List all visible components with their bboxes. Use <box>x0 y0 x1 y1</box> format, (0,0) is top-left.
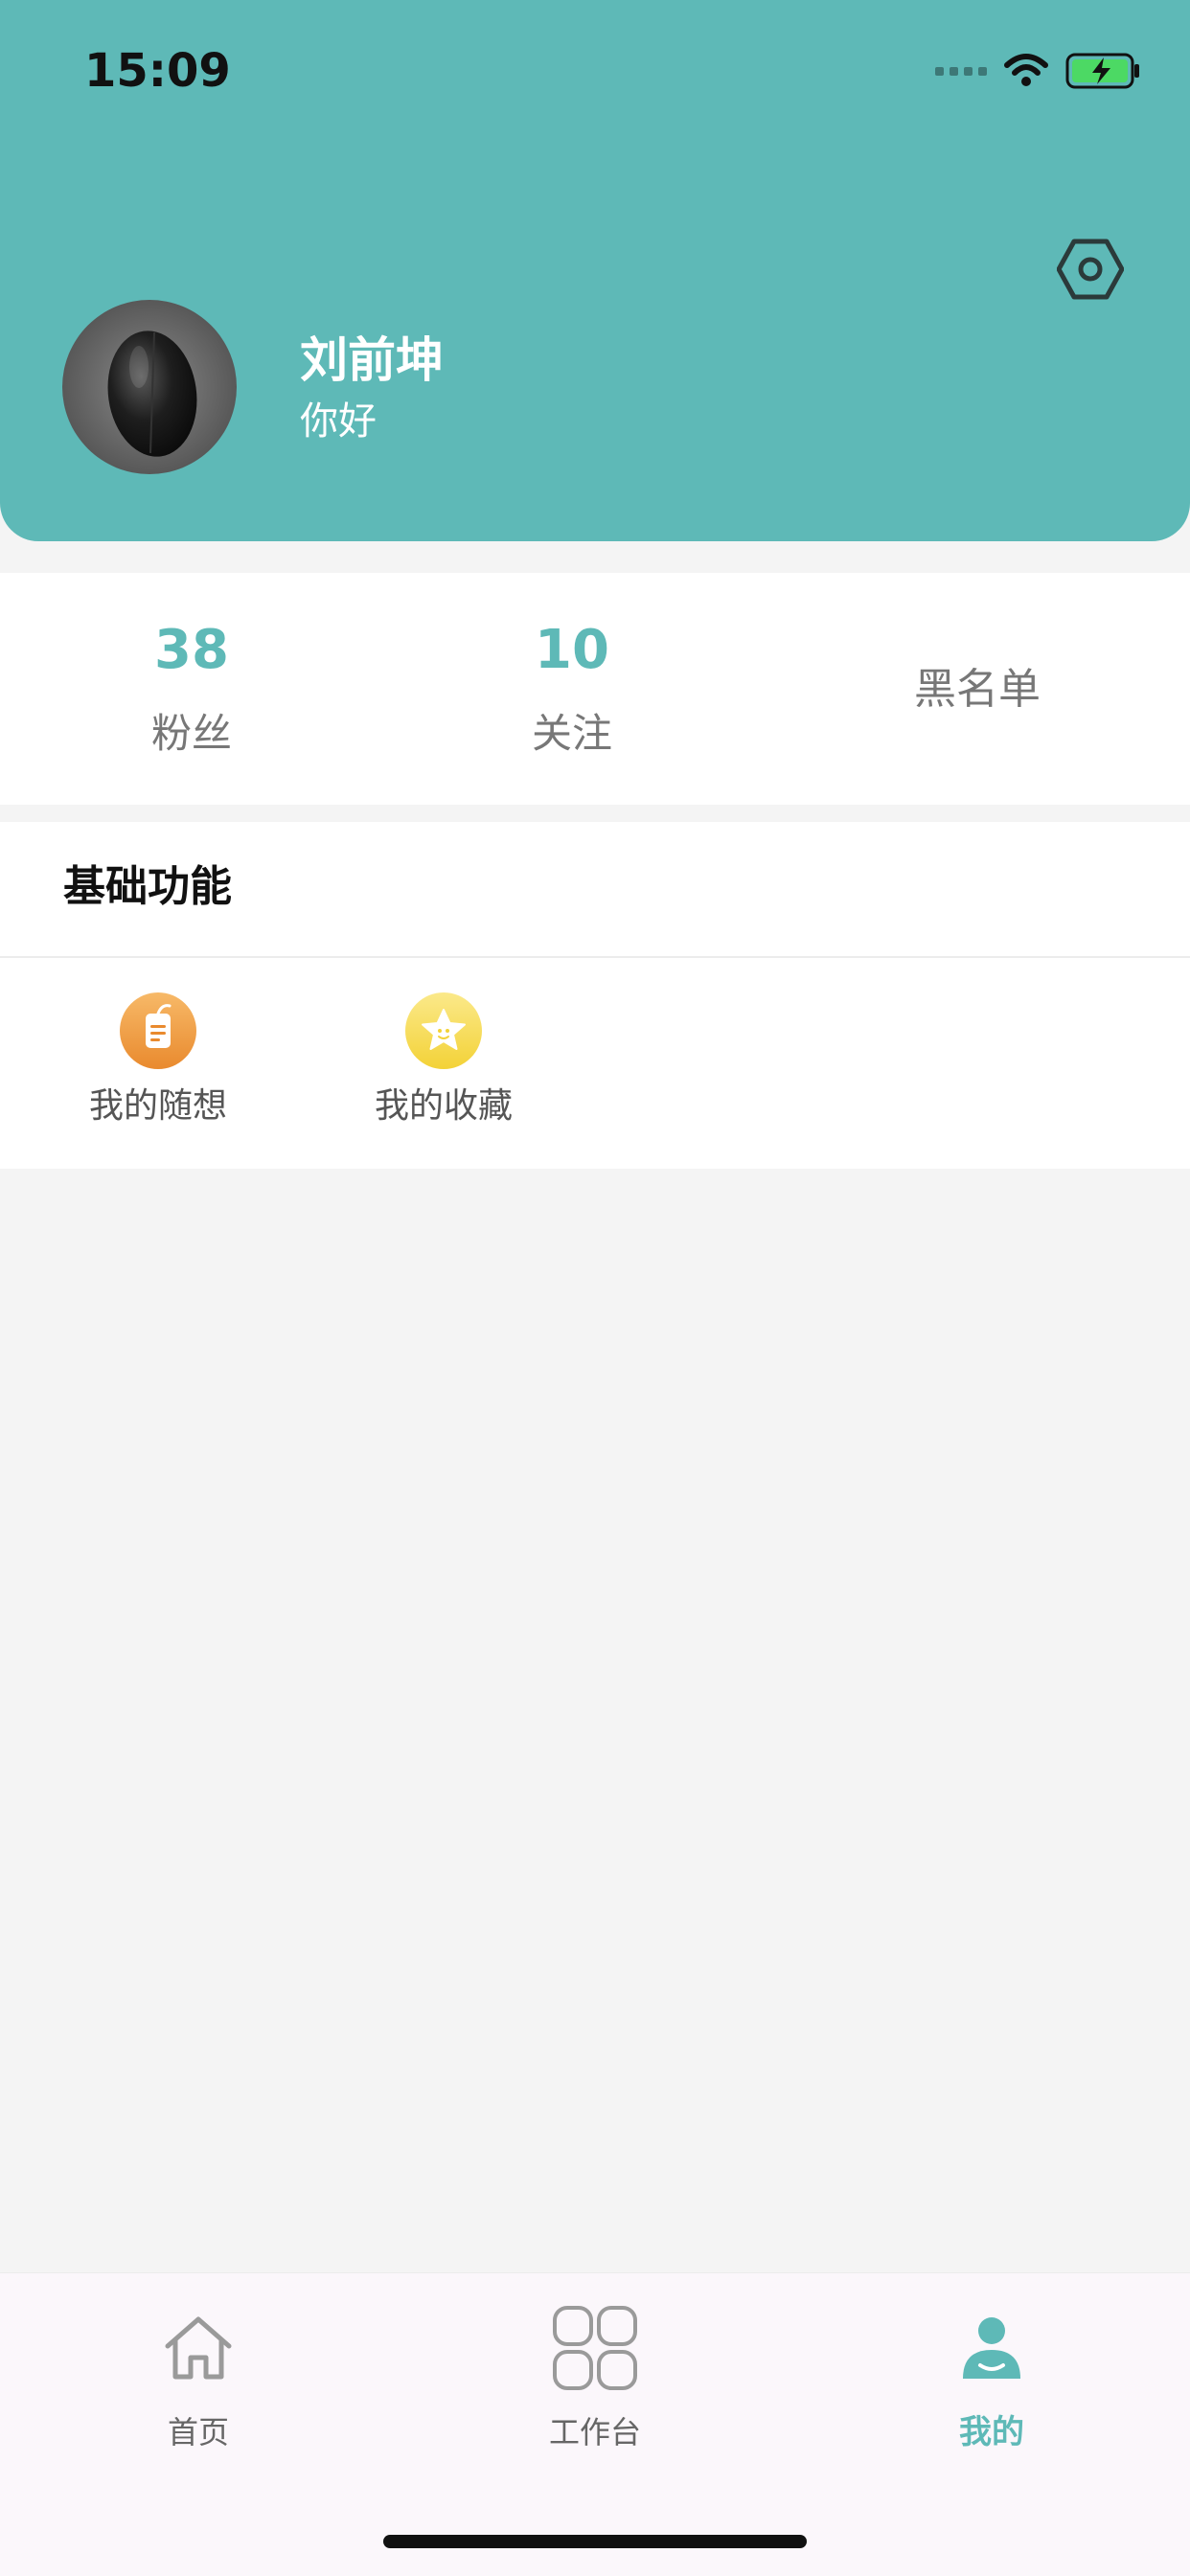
home-indicator[interactable] <box>383 2535 807 2548</box>
divider <box>0 956 1190 958</box>
profile-icon <box>963 2317 1020 2379</box>
star-icon <box>405 992 482 1069</box>
home-icon <box>165 2316 232 2380</box>
my-favorites-label: 我的收藏 <box>374 1086 513 1126</box>
grid-icon <box>553 2306 637 2390</box>
profile-header: 15:09 刘前坤 你好 <box>0 0 1190 541</box>
tab-workbench-label: 工作台 <box>548 2414 641 2451</box>
followers-label: 粉丝 <box>150 710 232 757</box>
basic-features-section: 基础功能 我的随想 我的收藏 <box>0 822 1190 1169</box>
settings-button[interactable] <box>1054 233 1127 306</box>
my-favorites-item[interactable]: 我的收藏 <box>348 992 539 1146</box>
settings-icon <box>1057 239 1124 300</box>
section-title: 基础功能 <box>63 862 232 911</box>
blacklist-stat[interactable]: 黑名单 <box>834 573 1121 805</box>
tab-home-label: 首页 <box>167 2414 229 2451</box>
status-indicators <box>935 48 1142 94</box>
following-count: 10 <box>535 619 609 681</box>
blacklist-label: 黑名单 <box>914 665 1041 714</box>
avatar-image <box>62 300 237 474</box>
tab-home[interactable]: 首页 <box>83 2302 313 2474</box>
tab-mine[interactable]: 我的 <box>877 2302 1107 2474</box>
stats-panel: 38 粉丝 10 关注 黑名单 <box>0 573 1190 805</box>
following-label: 关注 <box>531 710 612 757</box>
avatar[interactable] <box>62 300 237 474</box>
tab-workbench[interactable]: 工作台 <box>480 2302 710 2474</box>
battery-icon <box>1065 53 1139 89</box>
followers-count: 38 <box>154 619 229 681</box>
my-thoughts-label: 我的随想 <box>88 1086 227 1126</box>
status-time: 15:09 <box>84 44 231 98</box>
tab-mine-label: 我的 <box>959 2413 1024 2451</box>
wifi-icon <box>1004 54 1048 86</box>
bottom-tab-bar: 首页 工作台 我的 <box>0 2272 1190 2576</box>
following-stat[interactable]: 10 关注 <box>428 573 716 805</box>
user-name: 刘前坤 <box>300 332 444 388</box>
note-icon <box>120 992 196 1069</box>
followers-stat[interactable]: 38 粉丝 <box>48 573 335 805</box>
my-thoughts-item[interactable]: 我的随想 <box>62 992 254 1146</box>
signal-icon <box>935 66 987 76</box>
user-greeting: 你好 <box>300 399 377 444</box>
